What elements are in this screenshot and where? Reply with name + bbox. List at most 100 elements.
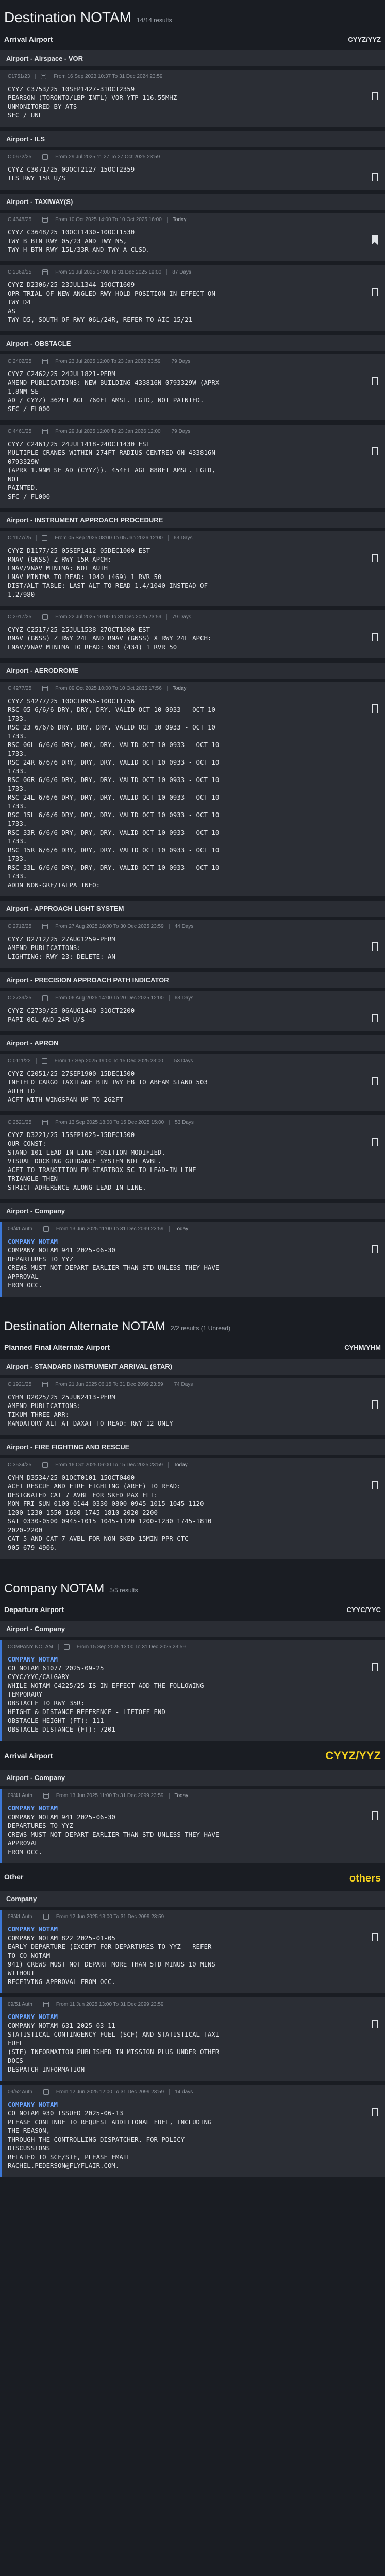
company-notam-card[interactable]: COMPANY NOTAM From 15 Sep 2025 13:00 To 3… <box>0 1640 385 1741</box>
group-star: Airport - STANDARD INSTRUMENT ARRIVAL (S… <box>0 1359 385 1375</box>
company-notam-heading: COMPANY NOTAM <box>8 1925 58 1933</box>
company-notam-card[interactable]: 09/52 Auth From 12 Jun 2025 12:00 To 31 D… <box>0 2085 385 2177</box>
notam-card[interactable]: C 0111/22 From 17 Sep 2025 19:00 To 15 De… <box>0 1054 385 1111</box>
planned-alternate-label: Planned Final Alternate Airport <box>4 1343 110 1351</box>
notam-validity: From 12 Jun 2025 12:00 To 31 Dec 2099 23… <box>56 2089 164 2095</box>
notam-card[interactable]: C 2402/25 From 23 Jul 2025 12:00 To 23 Ja… <box>0 354 385 420</box>
days-tag: 87 Days <box>172 269 191 275</box>
notam-text: CYYZ C3071/25 09OCT2127-15OCT2359 ILS RW… <box>8 165 135 182</box>
notam-id: 09/52 Auth <box>8 2089 32 2095</box>
notam-validity: From 11 Jun 2025 13:00 To 31 Dec 2099 23… <box>56 2002 164 2007</box>
calendar-icon <box>41 1058 47 1064</box>
notam-id: C 2739/25 <box>8 995 32 1001</box>
calendar-icon <box>42 535 48 541</box>
bookmark-icon[interactable] <box>372 1481 378 1492</box>
bookmark-icon[interactable] <box>372 288 378 299</box>
notam-id: C 4648/25 <box>8 217 32 223</box>
notam-validity: From 13 Sep 2025 18:00 To 15 Dec 2025 15… <box>55 1120 164 1125</box>
notam-id: C 2402/25 <box>8 359 32 364</box>
group-iap: Airport - INSTRUMENT APPROACH PROCEDURE <box>0 512 385 528</box>
notam-validity: From 21 Jul 2025 14:00 To 31 Dec 2025 19… <box>55 269 162 275</box>
notam-card[interactable]: C 2739/25 From 06 Aug 2025 14:00 To 20 De… <box>0 991 385 1031</box>
bookmark-icon[interactable] <box>372 1014 378 1025</box>
group-fire: Airport - FIRE FIGHTING AND RESCUE <box>0 1439 385 1455</box>
notam-validity: From 13 Jun 2025 11:00 To 31 Dec 2099 23… <box>56 1226 164 1232</box>
alternate-notam-section: Destination Alternate NOTAM 2/2 results … <box>0 1310 385 1559</box>
calendar-icon <box>43 2089 49 2095</box>
bookmark-icon[interactable] <box>372 1400 378 1412</box>
bookmark-icon[interactable] <box>372 1811 378 1823</box>
alternate-header: Destination Alternate NOTAM 2/2 results … <box>0 1310 385 1339</box>
notam-text: CYYZ C2051/25 27SEP1900-15DEC1500 INFIEL… <box>8 1070 208 1104</box>
notam-card[interactable]: C 4648/25 From 10 Oct 2025 14:00 To 10 Oc… <box>0 213 385 261</box>
arrival-code: CYYZ/YYZ <box>325 1749 381 1762</box>
notam-card[interactable]: C 1177/25 From 05 Sep 2025 08:00 To 05 Ja… <box>0 531 385 606</box>
bookmark-icon[interactable] <box>372 92 378 104</box>
bookmark-icon[interactable] <box>372 2020 378 2031</box>
group-ils: Airport - ILS <box>0 131 385 147</box>
notam-id: C 1177/25 <box>8 535 31 541</box>
bookmark-icon[interactable] <box>372 942 378 954</box>
group-company: Airport - Company <box>0 1203 385 1219</box>
bookmark-icon[interactable] <box>372 2108 378 2119</box>
bookmark-icon[interactable] <box>372 1933 378 1944</box>
calendar-icon <box>63 1644 70 1650</box>
other-row: Other others <box>0 1868 385 1887</box>
bookmark-icon[interactable] <box>372 704 378 716</box>
notam-card[interactable]: C 2369/25 From 21 Jul 2025 14:00 To 31 De… <box>0 265 385 331</box>
notam-card[interactable]: C 1921/25 From 21 Jun 2025 06:15 To 31 De… <box>0 1378 385 1435</box>
departure-airport-row: Departure Airport CYYC/YYC <box>0 1601 385 1617</box>
calendar-icon <box>41 74 47 79</box>
arrival-label: Arrival Airport <box>4 35 53 43</box>
notam-text: CYYZ C3753/25 10SEP1427-31OCT2359 PEARSO… <box>8 85 177 119</box>
bookmark-icon[interactable] <box>372 1245 378 1256</box>
group-company-arr: Airport - Company <box>0 1770 385 1786</box>
notam-card[interactable]: C 2712/25 From 27 Aug 2025 19:00 To 30 De… <box>0 920 385 968</box>
company-notam-card[interactable]: 08/41 Auth From 12 Jun 2025 13:00 To 31 D… <box>0 1910 385 1993</box>
notam-text: CYHM D2025/25 25JUN2413-PERM AMEND PUBLI… <box>8 1393 173 1427</box>
notam-card[interactable]: C 4461/25 From 29 Jul 2025 12:00 To 23 Ja… <box>0 425 385 508</box>
destination-notam-section: Destination NOTAM 14/14 results Arrival … <box>0 0 385 1297</box>
notam-card[interactable]: C 0672/25 From 29 Jul 2025 11:27 To 27 Oc… <box>0 150 385 190</box>
arrival-airport-row: Arrival Airport CYYZ/YYZ <box>0 1745 385 1766</box>
bookmark-icon[interactable] <box>372 377 378 388</box>
arrival-airport-row: Arrival Airport CYYZ/YYZ <box>0 31 385 46</box>
notam-card[interactable]: C 2917/25 From 22 Jul 2025 10:00 To 31 De… <box>0 610 385 658</box>
bookmark-icon[interactable] <box>372 633 378 644</box>
days-tag: 53 Days <box>174 1058 193 1064</box>
notam-text: CYYZ C2462/25 24JUL1821-PERM AMEND PUBLI… <box>8 370 220 413</box>
calendar-icon <box>42 1382 48 1387</box>
notam-validity: From 13 Jun 2025 11:00 To 31 Dec 2099 23… <box>56 1793 164 1799</box>
notam-id: C 2369/25 <box>8 269 32 275</box>
bookmark-icon[interactable] <box>372 1663 378 1674</box>
notam-validity: From 06 Aug 2025 14:00 To 20 Dec 2025 12… <box>55 995 164 1001</box>
company-notam-card[interactable]: 09/41 Auth From 13 Jun 2025 11:00 To 31 D… <box>0 1222 385 1297</box>
notam-text: COMPANY NOTAM 941 2025-06-30 DEPARTURES … <box>8 1246 220 1289</box>
notam-text: CYYZ D1177/25 05SEP1412-05DEC1000 EST RN… <box>8 547 208 598</box>
bookmark-icon[interactable] <box>372 1077 378 1088</box>
notam-id: C 3534/25 <box>8 1462 32 1468</box>
notam-card[interactable]: C 3534/25 From 16 Oct 2025 06:00 To 15 De… <box>0 1458 385 1559</box>
bookmark-icon[interactable] <box>372 447 378 459</box>
departure-code: CYYC/YYC <box>346 1605 381 1614</box>
group-als: Airport - APPROACH LIGHT SYSTEM <box>0 901 385 917</box>
today-tag: Today <box>174 1226 189 1232</box>
bookmark-icon[interactable] <box>372 173 378 184</box>
notam-card[interactable]: C 2521/25 From 13 Sep 2025 18:00 To 15 De… <box>0 1115 385 1199</box>
notam-card[interactable]: C1751/23 From 16 Sep 2023 10:37 To 31 Dec… <box>0 70 385 127</box>
calendar-icon <box>42 154 48 160</box>
bookmark-icon[interactable] <box>372 554 378 565</box>
notam-id: C 0111/22 <box>8 1058 31 1064</box>
other-right-label: others <box>349 1873 381 1884</box>
notam-text: COMPANY NOTAM 631 2025-03-11 STATISTICAL… <box>8 2022 220 2073</box>
company-notam-card[interactable]: 09/41 Auth From 13 Jun 2025 11:00 To 31 D… <box>0 1789 385 1863</box>
days-tag: 14 days <box>175 2089 193 2095</box>
notam-card[interactable]: C 4277/25 From 09 Oct 2025 10:00 To 10 Oc… <box>0 682 385 896</box>
notam-text: CYYZ D2306/25 23JUL1344-19OCT1609 OPR TR… <box>8 281 215 324</box>
company-notam-card[interactable]: 09/51 Auth From 11 Jun 2025 13:00 To 31 D… <box>0 1997 385 2081</box>
alternate-count: 2/2 results (1 Unread) <box>171 1325 231 1332</box>
company-count: 5/5 results <box>109 1587 138 1594</box>
notam-text: CYYZ D2712/25 27AUG1259-PERM AMEND PUBLI… <box>8 935 115 960</box>
arrival-code: CYYZ/YYZ <box>348 35 381 43</box>
bookmark-icon[interactable] <box>372 1138 378 1149</box>
